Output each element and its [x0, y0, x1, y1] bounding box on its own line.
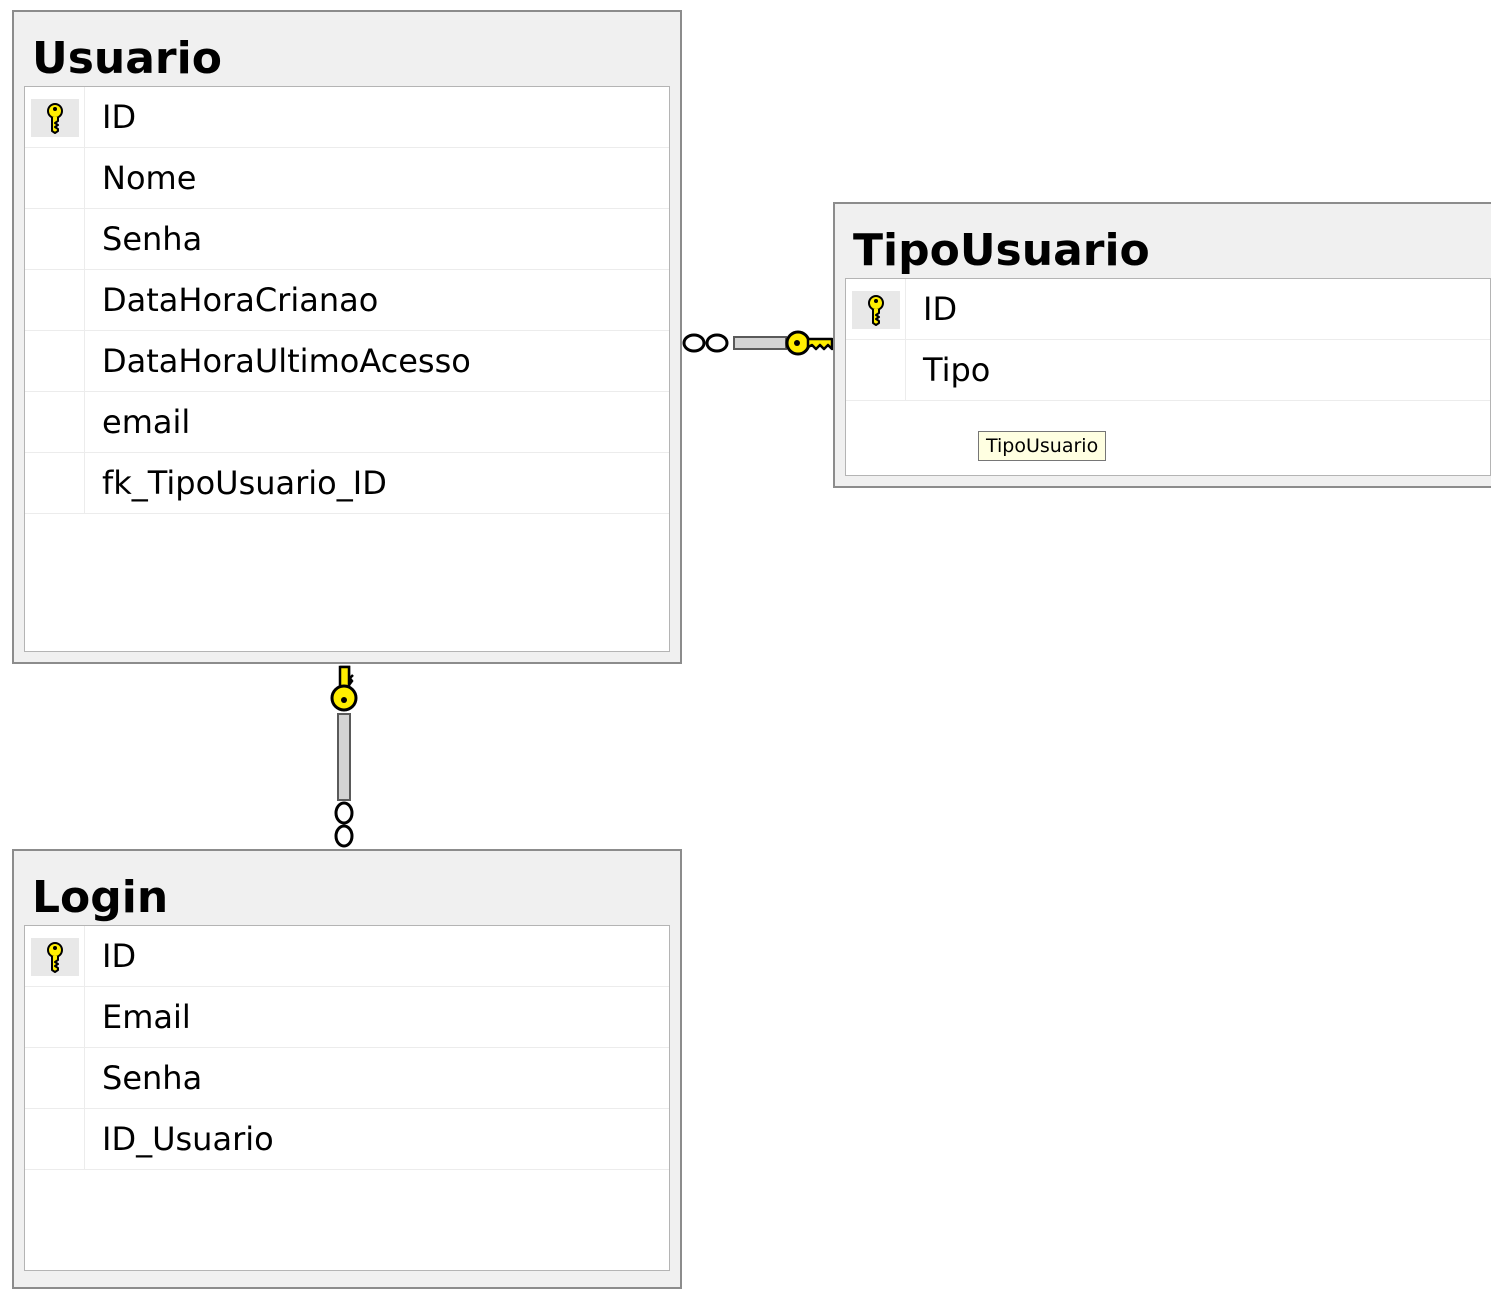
table-login[interactable]: Login ID Email Senha ID_Usuario — [12, 849, 682, 1289]
column-row[interactable]: Senha — [25, 209, 669, 270]
row-selector — [25, 1109, 85, 1169]
column-name: Nome — [102, 159, 197, 197]
column-name: Email — [102, 998, 191, 1036]
primary-key-cell — [31, 938, 79, 976]
many-end-infinity-icon — [334, 801, 354, 848]
column-name: Senha — [102, 1059, 203, 1097]
column-name: DataHoraUltimoAcesso — [102, 342, 471, 380]
primary-key-icon — [868, 295, 884, 326]
row-selector — [25, 148, 85, 208]
column-name: ID — [102, 98, 137, 136]
column-row[interactable]: Senha — [25, 1048, 669, 1109]
primary-key-icon — [47, 942, 63, 973]
relationship-usuario-tipousuario[interactable] — [682, 330, 834, 356]
relationship-usuario-login[interactable] — [330, 665, 358, 848]
table-title: TipoUsuario — [853, 225, 1150, 276]
table-title: Login — [32, 872, 169, 923]
column-row[interactable]: Nome — [25, 148, 669, 209]
one-end-key-icon — [785, 330, 834, 356]
column-row[interactable]: ID — [25, 926, 669, 987]
row-selector — [25, 209, 85, 269]
many-end-infinity-icon — [682, 333, 729, 353]
column-name: ID — [102, 937, 137, 975]
row-selector — [25, 453, 85, 513]
column-name: Senha — [102, 220, 203, 258]
column-name: Tipo — [923, 351, 991, 389]
row-selector — [846, 279, 906, 339]
primary-key-icon — [47, 103, 63, 134]
relationship-line — [337, 713, 351, 801]
column-row[interactable]: ID_Usuario — [25, 1109, 669, 1170]
row-selector — [25, 331, 85, 391]
column-name: email — [102, 403, 191, 441]
column-row[interactable]: ID — [25, 87, 669, 148]
column-row[interactable]: Email — [25, 987, 669, 1048]
column-row[interactable]: Tipo — [846, 340, 1490, 401]
table-title: Usuario — [32, 33, 222, 84]
column-grid: ID Email Senha ID_Usuario — [24, 925, 670, 1271]
one-end-key-icon — [330, 665, 358, 712]
column-grid: ID Nome Senha DataHoraCrianao DataHoraUl… — [24, 86, 670, 652]
row-selector — [25, 987, 85, 1047]
relationship-line — [733, 336, 787, 350]
primary-key-cell — [31, 99, 79, 137]
row-selector — [25, 926, 85, 986]
row-selector — [25, 1048, 85, 1108]
column-name: ID_Usuario — [102, 1120, 274, 1158]
row-selector — [25, 392, 85, 452]
column-row[interactable]: fk_TipoUsuario_ID — [25, 453, 669, 514]
table-name-tooltip: TipoUsuario — [978, 431, 1107, 461]
column-name: ID — [923, 290, 958, 328]
row-selector — [25, 270, 85, 330]
column-name: fk_TipoUsuario_ID — [102, 464, 387, 502]
column-name: DataHoraCrianao — [102, 281, 379, 319]
table-usuario[interactable]: Usuario ID Nome Senha DataHoraCrianao Da… — [12, 10, 682, 664]
table-tipousuario[interactable]: TipoUsuario ID Tipo TipoUsuario — [833, 202, 1491, 488]
column-row[interactable]: DataHoraCrianao — [25, 270, 669, 331]
column-row[interactable]: ID — [846, 279, 1490, 340]
row-selector — [846, 340, 906, 400]
column-grid: ID Tipo TipoUsuario — [845, 278, 1491, 476]
column-row[interactable]: email — [25, 392, 669, 453]
primary-key-cell — [852, 291, 900, 329]
column-row[interactable]: DataHoraUltimoAcesso — [25, 331, 669, 392]
row-selector — [25, 87, 85, 147]
